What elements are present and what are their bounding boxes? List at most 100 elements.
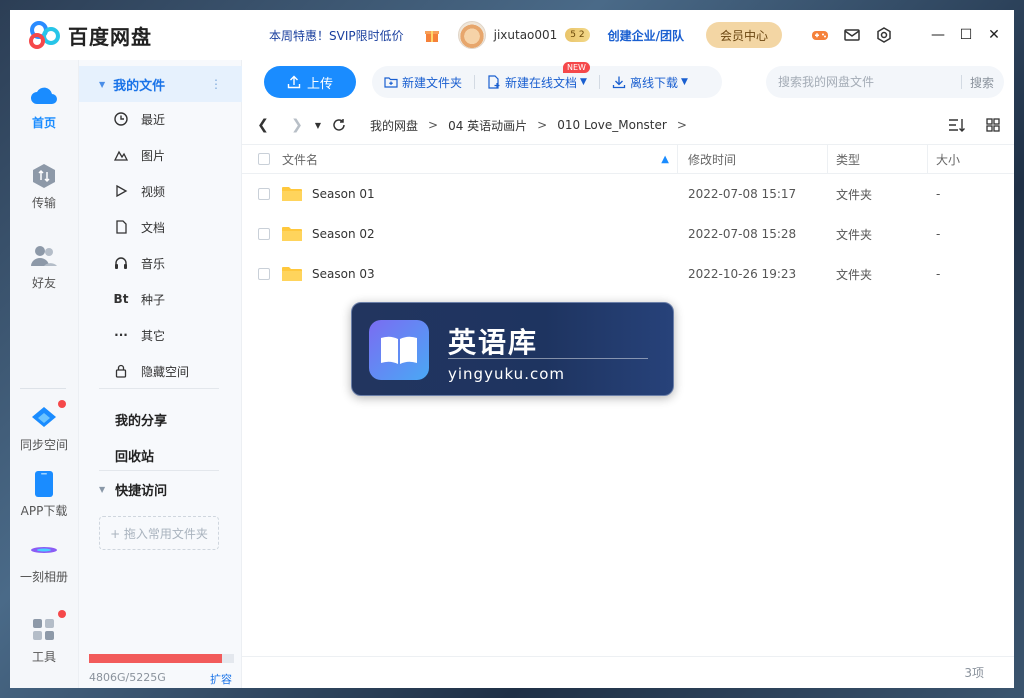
album-icon (30, 536, 58, 564)
grid-view-icon[interactable] (982, 115, 1004, 135)
maximize-button[interactable]: ☐ (952, 20, 980, 50)
status-bar: 3项 (242, 656, 1014, 688)
new-badge: NEW (563, 61, 590, 73)
download-icon (612, 76, 626, 89)
sidebar-item-other[interactable]: ··· 其它 (113, 324, 165, 346)
vip-level-badge[interactable]: 5 2 (565, 28, 590, 42)
expand-storage-link[interactable]: 扩容 (210, 671, 232, 687)
search-input[interactable] (778, 75, 961, 89)
file-size: - (936, 187, 941, 201)
sidebar-item-videos[interactable]: 视频 (113, 180, 165, 202)
watermark-title: 英语库 (448, 326, 539, 359)
rail-item-friends[interactable]: 好友 (10, 242, 78, 291)
table-row[interactable]: Season 02 2022-07-08 15:28 文件夹 - (242, 214, 1014, 254)
sync-notification-dot (58, 400, 66, 408)
header-size[interactable]: 大小 (928, 144, 1014, 174)
sidebar-item-music[interactable]: 音乐 (113, 252, 165, 274)
rail-item-app-download[interactable]: APP下载 (10, 470, 78, 519)
more-vertical-icon[interactable]: ⋮ (210, 77, 222, 91)
watermark-divider (448, 358, 648, 359)
sort-icon[interactable] (946, 115, 968, 135)
close-button[interactable]: ✕ (980, 20, 1008, 50)
minimize-button[interactable]: — (924, 20, 952, 50)
sidebar-quick-access[interactable]: ▼ 快捷访问 (99, 480, 167, 499)
breadcrumb-love-monster[interactable]: 010 Love_Monster (557, 118, 667, 132)
sidebar-my-share[interactable]: 我的分享 (115, 410, 167, 429)
app-title: 百度网盘 (68, 24, 152, 49)
history-dropdown-icon[interactable]: ▼ (310, 112, 326, 138)
caret-down-icon: ▼ (99, 485, 106, 494)
member-center-button[interactable]: 会员中心 (706, 22, 783, 48)
rail-item-sync-space[interactable]: 同步空间 (10, 400, 78, 453)
file-list: Season 01 2022-07-08 15:17 文件夹 - Season … (242, 174, 1014, 294)
select-all-checkbox[interactable] (258, 153, 270, 165)
offline-download-button[interactable]: 离线下载 ▼ (600, 74, 700, 91)
play-icon (113, 183, 129, 199)
folder-icon (282, 227, 302, 241)
rail-item-transfer[interactable]: 传输 (10, 162, 78, 211)
folder-plus-icon (384, 77, 398, 88)
game-icon[interactable] (804, 20, 836, 50)
sidebar-item-torrents[interactable]: Bt 种子 (113, 288, 165, 310)
search-box: 搜索 (766, 66, 1004, 98)
settings-icon[interactable] (868, 20, 900, 50)
file-sidebar: ▼ 我的文件 ⋮ 最近 图片 视频 文档 音乐 Bt 种子 ··· 其它 隐藏空… (78, 60, 243, 688)
search-button[interactable]: 搜索 (962, 74, 1004, 91)
document-icon (113, 219, 129, 235)
table-header: 文件名 ▲ 修改时间 类型 大小 (242, 144, 1014, 174)
doc-plus-icon (488, 75, 500, 89)
mail-icon[interactable] (836, 20, 868, 50)
back-icon[interactable]: ❮ (250, 112, 276, 138)
sidebar-my-files[interactable]: ▼ 我的文件 ⋮ (79, 66, 243, 102)
file-name[interactable]: Season 01 (312, 187, 375, 201)
friends-icon (30, 242, 58, 270)
rail-item-home[interactable]: 首页 (10, 82, 78, 131)
lock-icon (113, 363, 129, 379)
rail-item-tools[interactable]: 工具 (10, 610, 78, 665)
book-icon (369, 320, 429, 380)
row-checkbox[interactable] (258, 188, 270, 200)
tools-icon (30, 616, 58, 644)
row-checkbox[interactable] (258, 228, 270, 240)
header-name[interactable]: 文件名 ▲ (282, 144, 678, 174)
table-row[interactable]: Season 03 2022-10-26 19:23 文件夹 - (242, 254, 1014, 294)
rail-divider (20, 388, 66, 389)
breadcrumb-english-cartoons[interactable]: 04 英语动画片 (448, 117, 527, 134)
gift-icon[interactable] (424, 27, 440, 43)
promo-link[interactable]: 本周特惠！SVIP限时低价 (269, 27, 404, 44)
sidebar-divider (99, 470, 219, 471)
header-modified[interactable]: 修改时间 (678, 144, 828, 174)
row-checkbox[interactable] (258, 268, 270, 280)
storage-quota-text: 4806G/5225G (89, 671, 166, 684)
new-online-doc-button[interactable]: 新建在线文档 ▼ NEW (475, 61, 599, 91)
item-count: 3项 (964, 666, 984, 680)
username[interactable]: jixutao001 (494, 28, 558, 42)
refresh-icon[interactable] (326, 112, 352, 138)
toolbar: 上传 新建文件夹 新建在线文档 ▼ NEW 离线下载 ▼ 搜索我的网盘文件 搜索 (242, 60, 1014, 104)
quick-access-drop-zone[interactable]: + 拖入常用文件夹 (99, 516, 219, 550)
sidebar-recycle-bin[interactable]: 回收站 (115, 446, 154, 465)
upload-button[interactable]: 上传 (264, 66, 356, 98)
breadcrumb-root[interactable]: 我的网盘 (370, 117, 418, 134)
cloud-icon (30, 82, 58, 110)
baidu-netdisk-logo-icon (29, 21, 60, 49)
create-enterprise-link[interactable]: 创建企业/团队 (608, 27, 684, 44)
sync-icon (30, 404, 58, 432)
app-logo[interactable]: 百度网盘 (28, 21, 152, 50)
clock-icon (113, 111, 129, 127)
user-avatar[interactable] (457, 21, 486, 49)
file-name[interactable]: Season 03 (312, 267, 375, 281)
rail-item-album[interactable]: 一刻相册 (10, 536, 78, 585)
sidebar-item-documents[interactable]: 文档 (113, 216, 165, 238)
forward-icon[interactable]: ❯ (284, 112, 310, 138)
new-folder-button[interactable]: 新建文件夹 (372, 74, 474, 91)
transfer-icon (30, 162, 58, 190)
storage-quota-fill (89, 654, 223, 663)
header-type[interactable]: 类型 (828, 144, 928, 174)
file-name[interactable]: Season 02 (312, 227, 375, 241)
sidebar-item-hidden-space[interactable]: 隐藏空间 (113, 360, 189, 382)
sidebar-item-images[interactable]: 图片 (113, 144, 165, 166)
tool-group: 新建文件夹 新建在线文档 ▼ NEW 离线下载 ▼ (372, 61, 722, 98)
sidebar-item-recent[interactable]: 最近 (113, 108, 165, 130)
table-row[interactable]: Season 01 2022-07-08 15:17 文件夹 - (242, 174, 1014, 214)
